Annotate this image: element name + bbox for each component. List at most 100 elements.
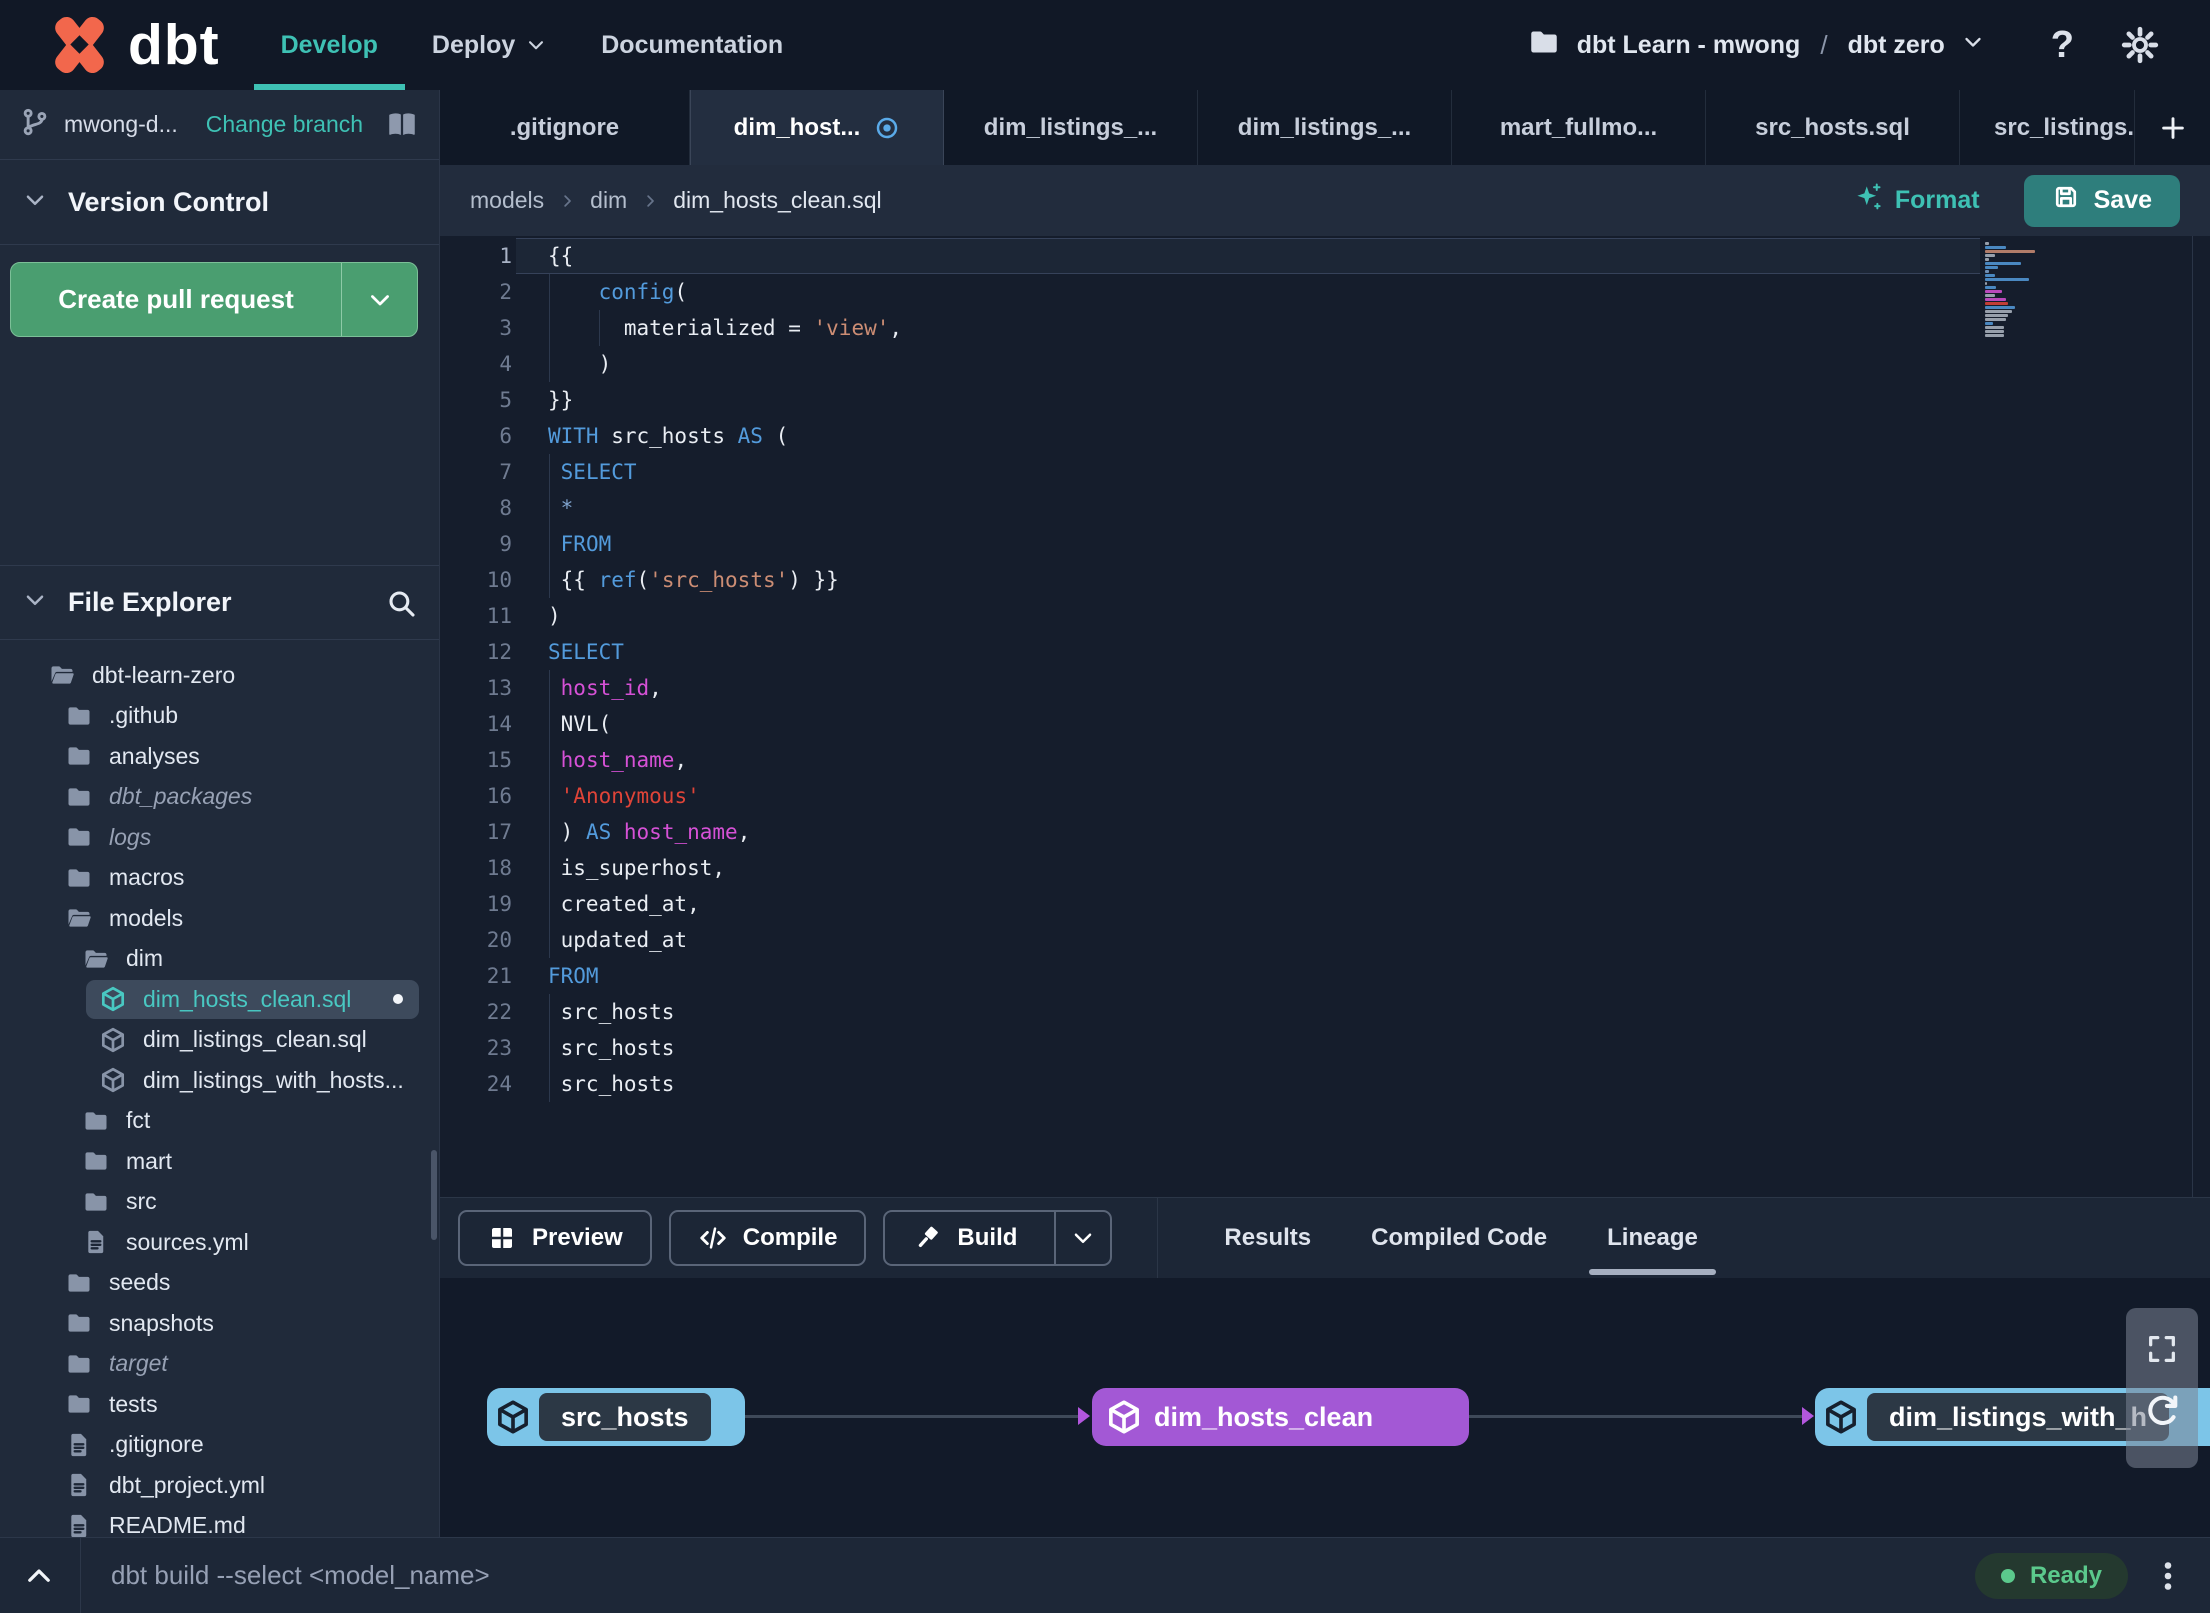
tree-item-analyses[interactable]: analyses <box>0 736 439 777</box>
build-button[interactable]: Build <box>883 1210 1113 1266</box>
tree-item-readme-md[interactable]: README.md <box>0 1506 439 1537</box>
branch-row: mwong-d... Change branch <box>0 90 439 160</box>
format-button[interactable]: Format <box>1853 182 1980 219</box>
git-branch-icon <box>20 107 50 142</box>
breadcrumb-segment[interactable]: dim_hosts_clean.sql <box>673 187 881 214</box>
dbt-logo[interactable]: dbt <box>42 12 220 78</box>
tree-item--github[interactable]: .github <box>0 696 439 737</box>
create-pr-dropdown[interactable] <box>341 263 417 336</box>
help-button[interactable]: ? <box>2051 24 2074 67</box>
editor-minimap[interactable] <box>1985 242 2037 338</box>
compile-button[interactable]: Compile <box>668 1210 867 1266</box>
tree-item-label: sources.yml <box>126 1228 249 1255</box>
tree-item-mart[interactable]: mart <box>0 1141 439 1182</box>
tree-item-target[interactable]: target <box>0 1344 439 1385</box>
lineage-node-src-hosts[interactable]: src_hosts <box>487 1388 745 1446</box>
file-explorer-header[interactable]: File Explorer <box>0 565 439 640</box>
kebab-menu[interactable] <box>2150 1558 2186 1594</box>
tree-item-models[interactable]: models <box>0 898 439 939</box>
tab-dim-host-[interactable]: dim_host... <box>690 90 944 165</box>
add-tab-button[interactable] <box>2134 90 2210 165</box>
code-line: SELECT <box>560 460 637 484</box>
chevron-down-icon <box>22 587 48 613</box>
tree-item-logs[interactable]: logs <box>0 817 439 858</box>
ready-dot-icon <box>2000 1568 2015 1583</box>
tab-mart-fullmo-[interactable]: mart_fullmo... <box>1452 90 1706 165</box>
tree-item-macros[interactable]: macros <box>0 858 439 899</box>
create-pull-request-button[interactable]: Create pull request <box>10 262 418 337</box>
tree-item-label: tests <box>109 1390 158 1417</box>
tree-item-sources-yml[interactable]: sources.yml <box>0 1222 439 1263</box>
folder-icon <box>65 783 93 811</box>
nav-item-documentation[interactable]: Documentation <box>574 0 810 90</box>
line-number: 5 <box>499 388 512 412</box>
tree-item-dim-listings-clean-sql[interactable]: dim_listings_clean.sql <box>0 1020 439 1061</box>
preview-button[interactable]: Preview <box>458 1210 652 1266</box>
tree-item-fct[interactable]: fct <box>0 1101 439 1142</box>
tab-dirty-icon <box>874 115 900 141</box>
tree-item-label: dbt_packages <box>109 783 253 810</box>
tab--gitignore[interactable]: .gitignore <box>440 90 690 165</box>
breadcrumb-segment[interactable]: models <box>470 187 544 214</box>
build-dropdown-chevron[interactable] <box>1054 1212 1110 1264</box>
folder-open-icon <box>48 661 76 689</box>
code-line: FROM <box>560 532 612 556</box>
tree-item-tests[interactable]: tests <box>0 1384 439 1425</box>
project-breadcrumb[interactable]: dbt Learn - mwong / dbt zero <box>1527 25 1985 66</box>
code-line: ) <box>548 604 561 628</box>
tree-item-dbt-project-yml[interactable]: dbt_project.yml <box>0 1465 439 1506</box>
refresh-icon[interactable] <box>2141 1390 2183 1432</box>
lineage-canvas[interactable]: src_hosts dim_hosts_clean dim_listings_wit… <box>440 1278 2210 1537</box>
line-number: 16 <box>486 784 512 808</box>
nav-item-develop[interactable]: Develop <box>253 0 406 90</box>
fullscreen-icon[interactable] <box>2145 1332 2179 1366</box>
sidebar-scrollbar[interactable] <box>431 1150 437 1240</box>
tab-dim-listings-[interactable]: dim_listings_... <box>1198 90 1452 165</box>
breadcrumb-chevron-icon <box>558 192 576 210</box>
settings-gear-button[interactable] <box>2120 25 2160 65</box>
breadcrumb: models dim dim_hosts_clean.sql <box>470 187 882 214</box>
line-number: 7 <box>499 460 512 484</box>
nav-item-deploy[interactable]: Deploy <box>405 0 574 90</box>
top-navbar: dbt Develop Deploy Documentation dbt Learn… <box>0 0 2210 90</box>
line-number: 23 <box>486 1036 512 1060</box>
line-number: 9 <box>499 532 512 556</box>
tree-item--gitignore[interactable]: .gitignore <box>0 1425 439 1466</box>
chevron-up-icon <box>22 1559 56 1593</box>
tree-item-seeds[interactable]: seeds <box>0 1263 439 1304</box>
code-lines[interactable]: {{ config( materialized = 'view', )}} WIT… <box>548 238 902 1102</box>
file-icon <box>65 1471 93 1499</box>
cube-icon <box>99 1026 127 1054</box>
panel-tab-lineage[interactable]: Lineage <box>1577 1198 1728 1278</box>
create-pr-label: Create pull request <box>58 284 294 314</box>
file-explorer-title: File Explorer <box>68 587 232 617</box>
tree-item-label: dim_listings_with_hosts... <box>143 1066 404 1093</box>
search-icon[interactable] <box>385 587 417 619</box>
tab-dim-listings-[interactable]: dim_listings_... <box>944 90 1198 165</box>
line-number: 17 <box>486 820 512 844</box>
panel-tab-results[interactable]: Results <box>1194 1198 1341 1278</box>
breadcrumb-segment[interactable]: dim <box>590 187 627 214</box>
line-number: 24 <box>486 1072 512 1096</box>
file-icon <box>65 1512 93 1537</box>
chevron-down-icon[interactable] <box>1961 30 1985 61</box>
tree-item-dbt-packages[interactable]: dbt_packages <box>0 777 439 818</box>
code-editor[interactable]: 1 2 3 4 5 6 7 8 9 10 11 12 13 14 15 16 17 18 19 20 21 22 23 24 … <box>440 236 2210 1197</box>
tree-item-dim-listings-with-hosts-[interactable]: dim_listings_with_hosts... <box>0 1060 439 1101</box>
tree-item-snapshots[interactable]: snapshots <box>0 1303 439 1344</box>
panel-tab-compiled-code[interactable]: Compiled Code <box>1341 1198 1577 1278</box>
tree-item-dim[interactable]: dim <box>0 939 439 980</box>
version-control-header[interactable]: Version Control <box>0 160 439 245</box>
chevron-up-icon[interactable] <box>22 1559 56 1593</box>
change-branch-link[interactable]: Change branch <box>206 111 363 138</box>
command-placeholder[interactable]: dbt build --select <model_name> <box>111 1560 490 1591</box>
tab-src-listings-[interactable]: src_listings. <box>1960 90 2134 165</box>
tree-item-dbt-learn-zero[interactable]: dbt-learn-zero <box>0 655 439 696</box>
save-button[interactable]: Save <box>2023 174 2180 227</box>
tab-src-hosts-sql[interactable]: src_hosts.sql <box>1706 90 1960 165</box>
tree-item-src[interactable]: src <box>0 1182 439 1223</box>
lineage-node-dim-hosts-clean[interactable]: dim_hosts_clean <box>1092 1388 1469 1446</box>
tree-item-dim-hosts-clean-sql[interactable]: dim_hosts_clean.sql <box>0 979 439 1020</box>
breadcrumb-separator <box>558 192 576 210</box>
docs-book-icon[interactable] <box>385 108 419 142</box>
